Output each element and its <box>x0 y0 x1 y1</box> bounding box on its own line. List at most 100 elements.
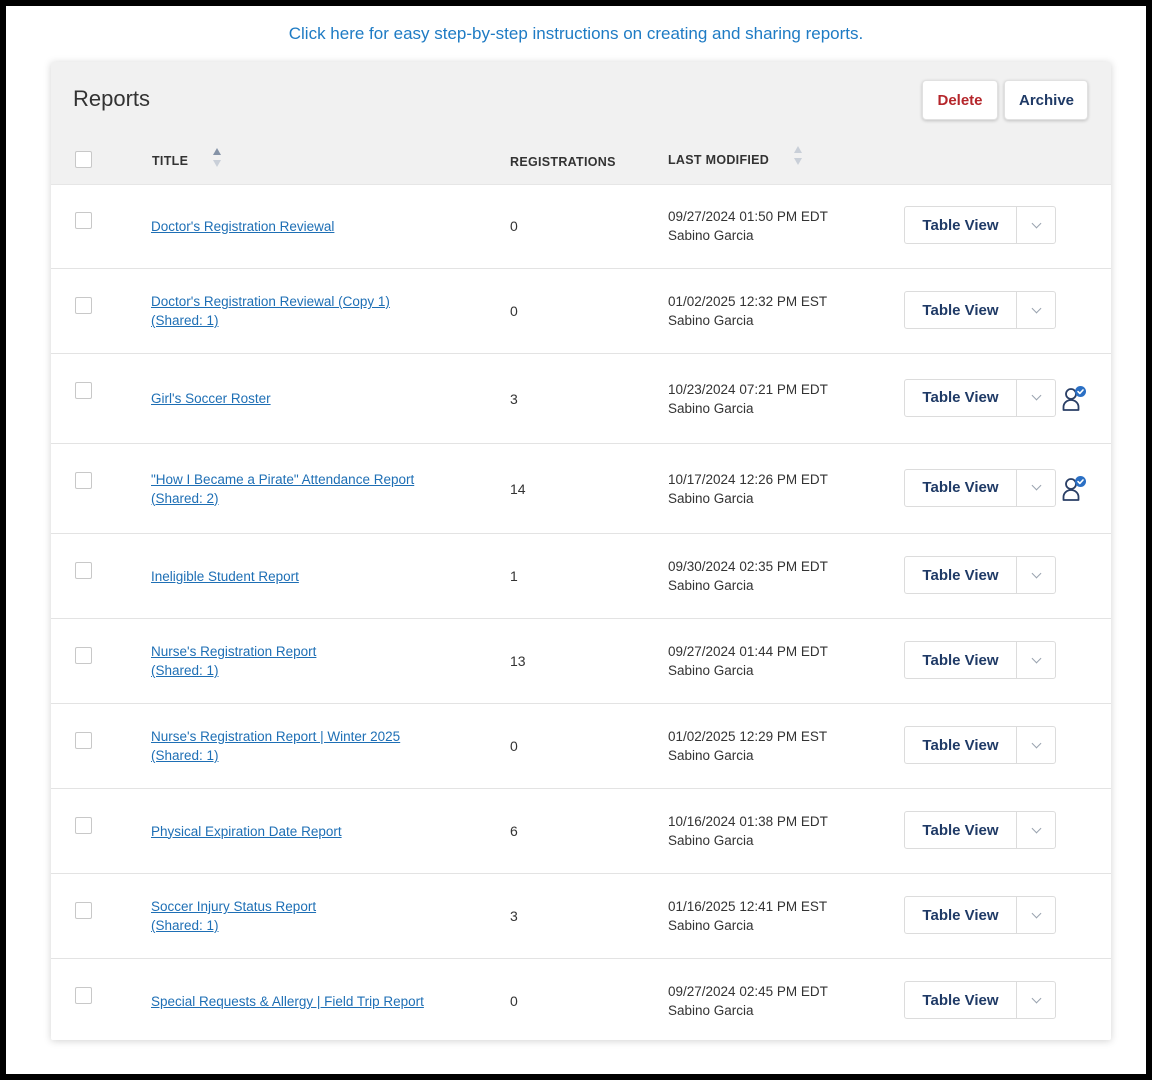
modified-date: 10/16/2024 01:38 PM EDT <box>668 814 828 829</box>
sort-arrows-icon[interactable] <box>213 148 223 170</box>
report-title-link[interactable]: Doctor's Registration Reviewal (Copy 1) <box>151 292 491 311</box>
report-shared-link[interactable]: (Shared: 1) <box>151 916 491 935</box>
title-cell: Nurse's Registration Report (Shared: 1) <box>151 619 491 703</box>
report-title-link[interactable]: Girl's Soccer Roster <box>151 389 491 408</box>
report-title-link[interactable]: Doctor's Registration Reviewal <box>151 217 491 236</box>
table-view-dropdown[interactable] <box>1017 642 1055 678</box>
modified-date: 10/23/2024 07:21 PM EDT <box>668 381 828 397</box>
table-view-dropdown[interactable] <box>1017 470 1055 506</box>
table-view-split-button: Table View <box>904 468 1056 507</box>
table-view-dropdown[interactable] <box>1017 897 1055 933</box>
row-checkbox[interactable] <box>75 212 92 229</box>
table-view-button[interactable]: Table View <box>905 982 1017 1018</box>
modified-by: Sabino Garcia <box>668 313 754 328</box>
reports-table-body: Doctor's Registration Reviewal 0 09/27/2… <box>51 184 1111 1040</box>
modified-by: Sabino Garcia <box>668 663 754 678</box>
select-all-checkbox[interactable] <box>75 151 92 168</box>
report-shared-link[interactable]: (Shared: 1) <box>151 311 491 330</box>
column-header-title[interactable]: TITLE <box>152 154 188 168</box>
chevron-down-icon <box>1031 303 1041 313</box>
title-cell: Nurse's Registration Report | Winter 202… <box>151 704 491 788</box>
table-view-split-button: Table View <box>904 206 1056 244</box>
row-checkbox[interactable] <box>75 817 92 834</box>
report-title-link[interactable]: Nurse's Registration Report <box>151 642 491 661</box>
last-modified-cell: 01/16/2025 12:41 PM EST Sabino Garcia <box>668 874 827 958</box>
chevron-down-icon <box>1031 823 1041 833</box>
modified-by: Sabino Garcia <box>668 400 754 416</box>
table-view-button[interactable]: Table View <box>905 642 1017 678</box>
table-view-dropdown[interactable] <box>1017 812 1055 848</box>
title-cell: Ineligible Student Report <box>151 534 491 618</box>
modified-date: 01/02/2025 12:32 PM EST <box>668 294 828 309</box>
table-view-split-button: Table View <box>904 641 1056 679</box>
table-row: Physical Expiration Date Report 6 10/16/… <box>51 789 1111 874</box>
table-view-dropdown[interactable] <box>1017 727 1055 763</box>
help-instructions-link[interactable]: Click here for easy step-by-step instruc… <box>6 24 1146 44</box>
row-checkbox[interactable] <box>75 732 92 749</box>
table-view-button[interactable]: Table View <box>905 812 1017 848</box>
table-row: Nurse's Registration Report (Shared: 1) … <box>51 619 1111 704</box>
column-header-last-modified[interactable]: LAST MODIFIED <box>668 153 769 167</box>
row-checkbox[interactable] <box>75 647 92 664</box>
column-header-registrations: REGISTRATIONS <box>510 155 616 169</box>
table-view-button[interactable]: Table View <box>905 379 1017 416</box>
report-title-link[interactable]: "How I Became a Pirate" Attendance Repor… <box>151 470 491 489</box>
last-modified-cell: 10/16/2024 01:38 PM EDT Sabino Garcia <box>668 789 828 873</box>
table-view-button[interactable]: Table View <box>905 292 1017 328</box>
chevron-down-icon <box>1031 568 1041 578</box>
table-row: "How I Became a Pirate" Attendance Repor… <box>51 444 1111 534</box>
report-title-link[interactable]: Nurse's Registration Report | Winter 202… <box>151 727 491 746</box>
table-view-button[interactable]: Table View <box>905 727 1017 763</box>
last-modified-cell: 01/02/2025 12:29 PM EST Sabino Garcia <box>668 704 827 788</box>
row-checkbox[interactable] <box>75 987 92 1004</box>
table-view-dropdown[interactable] <box>1017 207 1055 243</box>
chevron-down-icon <box>1031 653 1041 663</box>
row-checkbox[interactable] <box>75 382 92 399</box>
sort-arrows-icon[interactable] <box>794 146 804 168</box>
report-shared-link[interactable]: (Shared: 1) <box>151 746 491 765</box>
last-modified-cell: 09/27/2024 01:50 PM EDT Sabino Garcia <box>668 184 828 268</box>
row-checkbox[interactable] <box>75 902 92 919</box>
delete-button[interactable]: Delete <box>922 80 998 120</box>
table-view-button[interactable]: Table View <box>905 207 1017 243</box>
row-checkbox[interactable] <box>75 472 92 489</box>
table-row: Nurse's Registration Report | Winter 202… <box>51 704 1111 789</box>
table-view-button[interactable]: Table View <box>905 469 1017 506</box>
last-modified-cell: 01/02/2025 12:32 PM EST Sabino Garcia <box>668 269 827 353</box>
table-view-dropdown[interactable] <box>1017 982 1055 1018</box>
report-title-link[interactable]: Physical Expiration Date Report <box>151 822 491 841</box>
user-check-icon[interactable] <box>1062 475 1088 503</box>
registrations-count: 3 <box>510 908 518 924</box>
report-title-link[interactable]: Soccer Injury Status Report <box>151 897 491 916</box>
archive-button[interactable]: Archive <box>1004 80 1088 120</box>
table-row: Doctor's Registration Reviewal 0 09/27/2… <box>51 184 1111 269</box>
report-shared-link[interactable]: (Shared: 2) <box>151 489 491 508</box>
table-view-split-button: Table View <box>904 981 1056 1019</box>
chevron-down-icon <box>1031 218 1041 228</box>
title-cell: Soccer Injury Status Report (Shared: 1) <box>151 874 491 958</box>
row-checkbox[interactable] <box>75 297 92 314</box>
row-checkbox[interactable] <box>75 562 92 579</box>
modified-date: 01/16/2025 12:41 PM EST <box>668 899 828 914</box>
registrations-count: 0 <box>510 218 518 234</box>
registrations-count: 3 <box>510 390 518 407</box>
report-shared-link[interactable]: (Shared: 1) <box>151 661 491 680</box>
table-row: Special Requests & Allergy | Field Trip … <box>51 959 1111 1040</box>
modified-date: 09/30/2024 02:35 PM EDT <box>668 559 828 574</box>
title-cell: Doctor's Registration Reviewal <box>151 184 491 268</box>
table-view-dropdown[interactable] <box>1017 380 1055 416</box>
table-view-dropdown[interactable] <box>1017 292 1055 328</box>
chevron-down-icon <box>1031 738 1041 748</box>
table-view-split-button: Table View <box>904 896 1056 934</box>
modified-date: 09/27/2024 01:44 PM EDT <box>668 644 828 659</box>
modified-by: Sabino Garcia <box>668 748 754 763</box>
report-title-link[interactable]: Ineligible Student Report <box>151 567 491 586</box>
registrations-count: 0 <box>510 993 518 1009</box>
user-check-icon[interactable] <box>1062 385 1088 413</box>
table-view-button[interactable]: Table View <box>905 557 1017 593</box>
modified-by: Sabino Garcia <box>668 578 754 593</box>
table-view-dropdown[interactable] <box>1017 557 1055 593</box>
modified-by: Sabino Garcia <box>668 490 754 506</box>
report-title-link[interactable]: Special Requests & Allergy | Field Trip … <box>151 992 491 1011</box>
table-view-button[interactable]: Table View <box>905 897 1017 933</box>
